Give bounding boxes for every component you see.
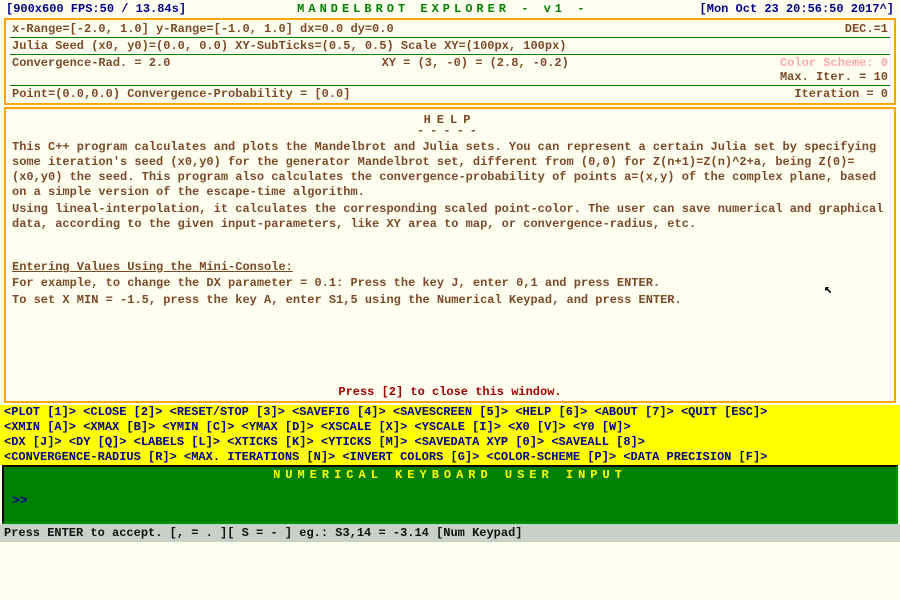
cmd-item[interactable]: <YMIN [C]>: [162, 420, 241, 434]
cmd-item[interactable]: <COLOR-SCHEME [P]>: [487, 450, 624, 464]
timestamp: [Mon Oct 23 20:56:50 2017^]: [700, 2, 894, 16]
numpad-title: NUMERICAL KEYBOARD USER INPUT: [4, 467, 896, 483]
cmd-item[interactable]: <YSCALE [I]>: [415, 420, 509, 434]
cmd-item[interactable]: <RESET/STOP [3]>: [170, 405, 292, 419]
cmd-item[interactable]: <YMAX [D]>: [242, 420, 321, 434]
help-subtitle: Entering Values Using the Mini-Console:: [12, 260, 293, 274]
cmd-item[interactable]: <LABELS [L]>: [134, 435, 228, 449]
cmd-item[interactable]: <MAX. ITERATIONS [N]>: [184, 450, 342, 464]
cmd-item[interactable]: <X0 [V]>: [508, 420, 573, 434]
help-text-3: For example, to change the DX parameter …: [12, 276, 888, 291]
info-panel: x-Range=[-2.0, 1.0] y-Range=[-1.0, 1.0] …: [4, 18, 896, 105]
cmd-item[interactable]: <SAVESCREEN [5]>: [393, 405, 515, 419]
help-text-1: This C++ program calculates and plots th…: [12, 140, 888, 200]
footer-hint: Press ENTER to accept. [, = . ][ S = - ]…: [0, 524, 900, 542]
help-text-4: To set X MIN = -1.5, press the key A, en…: [12, 293, 888, 308]
cursor-icon: ↖: [824, 281, 832, 298]
title-bar: [900x600 FPS:50 / 13.84s] MANDELBROT EXP…: [0, 0, 900, 18]
cmd-item[interactable]: <DATA PRECISION [F]>: [623, 450, 767, 464]
cmd-item[interactable]: <Y0 [W]>: [573, 420, 631, 434]
cmd-item[interactable]: <QUIT [ESC]>: [681, 405, 767, 419]
iteration-info: Iteration = 0: [794, 87, 888, 101]
cmd-row-4: <CONVERGENCE-RADIUS [R]> <MAX. ITERATION…: [4, 450, 896, 465]
cmd-item[interactable]: <XTICKS [K]>: [227, 435, 321, 449]
cmd-item[interactable]: <CONVERGENCE-RADIUS [R]>: [4, 450, 184, 464]
command-bar: <PLOT [1]> <CLOSE [2]> <RESET/STOP [3]> …: [0, 405, 900, 465]
cmd-item[interactable]: <XSCALE [X]>: [321, 420, 415, 434]
cmd-item[interactable]: <DX [J]>: [4, 435, 69, 449]
app-title: MANDELBROT EXPLORER - v1 -: [297, 2, 588, 16]
cmd-item[interactable]: <HELP [6]>: [515, 405, 594, 419]
cmd-item[interactable]: <INVERT COLORS [G]>: [342, 450, 486, 464]
cmd-item[interactable]: <SAVEFIG [4]>: [292, 405, 393, 419]
cmd-item[interactable]: <PLOT [1]>: [4, 405, 83, 419]
cmd-item[interactable]: <YTICKS [M]>: [321, 435, 415, 449]
convergence-radius-info: Convergence-Rad. = 2.0: [12, 56, 170, 84]
decimal-info: DEC.=1: [845, 22, 888, 36]
julia-seed-info: Julia Seed (x0, y0)=(0.0, 0.0) XY-SubTic…: [12, 39, 567, 53]
color-scheme-info: Color Scheme: 0: [780, 56, 888, 70]
range-info: x-Range=[-2.0, 1.0] y-Range=[-1.0, 1.0] …: [12, 22, 394, 36]
cmd-item[interactable]: <XMAX [B]>: [83, 420, 162, 434]
close-hint: Press [2] to close this window.: [6, 385, 894, 399]
numpad-prompt: >>: [12, 493, 28, 508]
cmd-item[interactable]: <CLOSE [2]>: [83, 405, 169, 419]
numpad-input[interactable]: >>: [4, 483, 896, 522]
xy-coords: XY = (3, -0) = (2.8, -0.2): [170, 56, 780, 84]
point-probability-info: Point=(0.0,0.0) Convergence-Probability …: [12, 87, 350, 101]
cmd-item[interactable]: <ABOUT [7]>: [595, 405, 681, 419]
max-iter-info: Max. Iter. = 10: [780, 70, 888, 84]
help-panel: HELP ----- This C++ program calculates a…: [4, 107, 896, 403]
cmd-row-3: <DX [J]> <DY [Q]> <LABELS [L]> <XTICKS […: [4, 435, 896, 450]
numpad-panel: NUMERICAL KEYBOARD USER INPUT >>: [2, 465, 898, 524]
cmd-row-2: <XMIN [A]> <XMAX [B]> <YMIN [C]> <YMAX […: [4, 420, 896, 435]
fps-status: [900x600 FPS:50 / 13.84s]: [6, 2, 186, 16]
cmd-item[interactable]: <SAVEALL [8]>: [551, 435, 645, 449]
cmd-row-1: <PLOT [1]> <CLOSE [2]> <RESET/STOP [3]> …: [4, 405, 896, 420]
cmd-item[interactable]: <DY [Q]>: [69, 435, 134, 449]
cmd-item[interactable]: <SAVEDATA XYP [0]>: [415, 435, 552, 449]
help-title-underline: -----: [12, 124, 888, 138]
help-text-2: Using lineal-interpolation, it calculate…: [12, 202, 888, 232]
cmd-item[interactable]: <XMIN [A]>: [4, 420, 83, 434]
